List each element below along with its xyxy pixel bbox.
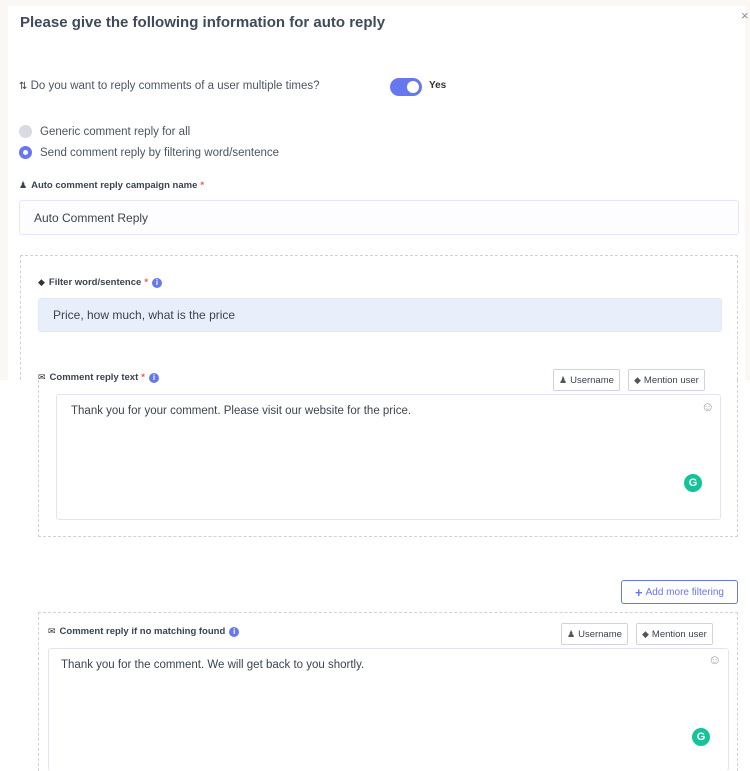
mention-user-button[interactable]: ◆ Mention user <box>636 623 713 645</box>
tags-icon: ◆ <box>642 628 649 639</box>
multi-reply-question-text: Do you want to reply comments of a user … <box>30 80 320 92</box>
filter-word-label-text: Filter word/sentence <box>48 277 142 288</box>
toggle-knob <box>407 81 419 93</box>
radio-button-on[interactable] <box>19 146 32 159</box>
grammarly-icon[interactable]: G <box>692 728 710 746</box>
info-icon[interactable]: i <box>229 626 240 637</box>
campaign-name-label: ♟ Auto comment reply campaign name * <box>19 180 204 191</box>
radio-filter-reply[interactable]: Send comment reply by filtering word/sen… <box>19 146 279 159</box>
no-match-text: Thank you for the comment. We will get b… <box>61 659 365 671</box>
required-mark: * <box>200 180 205 191</box>
smile-icon[interactable]: ☺ <box>701 399 714 414</box>
comment-reply-textarea[interactable]: Thank you for your comment. Please visit… <box>56 394 721 520</box>
info-icon[interactable]: i <box>148 372 159 383</box>
sort-icon: ⇅ <box>19 81 28 92</box>
mention-user-button-label: Mention user <box>643 374 699 386</box>
username-button[interactable]: ♟ Username <box>561 623 628 645</box>
campaign-icon: ♟ <box>19 180 28 190</box>
username-button-label: Username <box>570 374 614 386</box>
no-match-label: ✉ Comment reply if no matching found i <box>48 626 240 637</box>
tag-icon: ◆ <box>38 277 45 287</box>
envelope-icon: ✉ <box>38 372 46 382</box>
required-mark: * <box>144 277 149 288</box>
user-icon: ♟ <box>567 628 576 639</box>
plus-icon: + <box>635 584 643 600</box>
add-more-filtering-label: Add more filtering <box>645 586 724 598</box>
radio-filter-label: Send comment reply by filtering word/sen… <box>40 146 280 159</box>
username-button[interactable]: ♟ Username <box>553 369 620 391</box>
mention-user-button-label: Mention user <box>651 628 707 640</box>
username-button-label: Username <box>578 628 622 640</box>
comment-reply-label: ✉ Comment reply text * i <box>38 372 159 383</box>
smile-icon[interactable]: ☺ <box>708 652 721 667</box>
info-icon[interactable]: i <box>152 277 163 288</box>
campaign-label-text: Auto comment reply campaign name <box>31 180 198 191</box>
mention-user-button[interactable]: ◆ Mention user <box>628 369 705 391</box>
user-icon: ♟ <box>559 374 568 385</box>
comment-reply-text: Thank you for your comment. Please visit… <box>71 405 412 417</box>
required-mark: * <box>141 372 145 383</box>
radio-generic-label: Generic comment reply for all <box>40 125 191 138</box>
no-match-textarea[interactable]: Thank you for the comment. We will get b… <box>48 648 729 771</box>
radio-generic-reply[interactable]: Generic comment reply for all <box>19 125 190 138</box>
add-more-filtering-button[interactable]: + Add more filtering <box>621 580 738 604</box>
multi-reply-question: ⇅ Do you want to reply comments of a use… <box>19 80 320 92</box>
radio-button-off[interactable] <box>19 125 32 138</box>
multi-reply-toggle[interactable] <box>390 78 422 96</box>
envelope-icon: ✉ <box>48 626 56 636</box>
comment-reply-label-text: Comment reply text <box>49 372 139 383</box>
toggle-label: Yes <box>429 80 447 91</box>
filter-word-input[interactable]: Price, how much, what is the price <box>38 298 722 332</box>
campaign-name-input[interactable]: Auto Comment Reply <box>19 200 739 235</box>
tags-icon: ◆ <box>634 374 641 385</box>
modal-title: Please give the following information fo… <box>20 14 386 31</box>
no-match-label-text: Comment reply if no matching found <box>59 626 226 637</box>
filter-word-label: ◆ Filter word/sentence * i <box>38 277 163 288</box>
grammarly-icon[interactable]: G <box>684 474 702 492</box>
close-icon[interactable]: × <box>741 8 749 23</box>
